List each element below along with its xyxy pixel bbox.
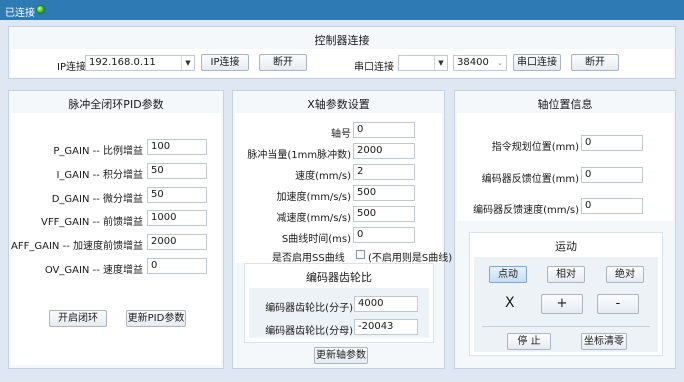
ip-disconnect-button[interactable]: 断开 bbox=[259, 54, 307, 71]
baud-rate-combo[interactable]: 38400 ⌄ bbox=[453, 55, 507, 71]
vff-gain-label: VFF_GAIN -- 前馈增益 bbox=[41, 217, 143, 228]
s-curve-time-label: S曲线时间(ms) bbox=[281, 234, 351, 245]
pid-panel: 脉冲全闭环PID参数 P_GAIN -- 比例增益 100 I_GAIN -- … bbox=[8, 90, 224, 369]
i-gain-input[interactable]: 50 bbox=[147, 163, 207, 179]
command-position-input[interactable]: 0 bbox=[581, 135, 643, 151]
axis-panel: X轴参数设置 轴号 0 脉冲当量(1mm脉冲数) 2000 速度(mm/s) 2… bbox=[232, 90, 452, 369]
ss-curve-checkbox[interactable] bbox=[356, 250, 365, 259]
acceleration-input[interactable]: 500 bbox=[353, 185, 415, 201]
serial-connect-button[interactable]: 串口连接 bbox=[513, 54, 561, 71]
ov-gain-label: OV_GAIN -- 速度增益 bbox=[44, 265, 143, 276]
ip-label: IP连接 bbox=[57, 62, 86, 73]
p-gain-input[interactable]: 100 bbox=[147, 139, 207, 155]
encoder-speed-input[interactable]: 0 bbox=[581, 198, 643, 214]
s-curve-time-input[interactable]: 0 bbox=[353, 227, 415, 243]
gear-denominator-label: 编码器齿轮比(分母) bbox=[265, 326, 353, 337]
ip-connect-button[interactable]: IP连接 bbox=[201, 54, 249, 71]
vff-gain-input[interactable]: 1000 bbox=[147, 210, 207, 226]
aff-gain-input[interactable]: 2000 bbox=[147, 234, 207, 250]
open-closed-loop-button[interactable]: 开启闭环 bbox=[49, 310, 107, 327]
gear-denominator-input[interactable]: -20043 bbox=[354, 319, 418, 335]
position-panel: 轴位置信息 指令规划位置(mm) 0 编码器反馈位置(mm) 0 编码器反馈速度… bbox=[454, 90, 676, 369]
stop-button[interactable]: 停 止 bbox=[507, 333, 551, 350]
relative-mode-button[interactable]: 相对 bbox=[547, 266, 585, 283]
d-gain-input[interactable]: 50 bbox=[147, 187, 207, 203]
ip-address-combo[interactable]: 192.168.0.11 ▼ bbox=[85, 55, 195, 71]
motion-axis-label: X bbox=[505, 295, 515, 311]
pulse-equivalent-input[interactable]: 2000 bbox=[353, 143, 415, 159]
controller-panel: 控制器连接 IP连接 192.168.0.11 ▼ IP连接 断开 串口连接 ▼… bbox=[8, 26, 676, 79]
encoder-position-label: 编码器反馈位置(mm) bbox=[481, 174, 579, 185]
acceleration-label: 加速度(mm/s/s) bbox=[276, 192, 351, 203]
dropdown-arrow-icon[interactable]: ▼ bbox=[181, 56, 194, 70]
speed-input[interactable]: 2 bbox=[353, 164, 415, 180]
update-pid-button[interactable]: 更新PID参数 bbox=[126, 310, 186, 327]
axis-number-input[interactable]: 0 bbox=[353, 122, 415, 138]
minus-button[interactable]: - bbox=[597, 294, 639, 314]
position-title: 轴位置信息 bbox=[537, 98, 593, 111]
connection-status: 已连接 bbox=[5, 8, 35, 19]
jog-mode-button[interactable]: 点动 bbox=[489, 266, 527, 283]
ov-gain-input[interactable]: 0 bbox=[147, 258, 207, 274]
dropdown-arrow-icon[interactable]: ▼ bbox=[434, 56, 447, 70]
gear-numerator-input[interactable]: 4000 bbox=[354, 296, 418, 312]
gear-ratio-title: 编码器齿轮比 bbox=[306, 271, 372, 284]
motion-title: 运动 bbox=[555, 240, 577, 253]
ss-curve-label: 是否启用SS曲线 bbox=[272, 253, 345, 264]
gear-numerator-label: 编码器齿轮比(分子) bbox=[265, 303, 353, 314]
ip-address-value: 192.168.0.11 bbox=[89, 57, 156, 68]
speed-label: 速度(mm/s) bbox=[295, 171, 351, 182]
ss-curve-hint: (不启用则是S曲线) bbox=[368, 253, 453, 264]
serial-label: 串口连接 bbox=[354, 62, 394, 73]
motion-divider bbox=[482, 326, 650, 327]
status-led-icon bbox=[36, 5, 45, 14]
axis-title: X轴参数设置 bbox=[307, 98, 370, 111]
pulse-equivalent-label: 脉冲当量(1mm脉冲数) bbox=[247, 150, 351, 161]
deceleration-input[interactable]: 500 bbox=[353, 206, 415, 222]
update-axis-button[interactable]: 更新轴参数 bbox=[314, 347, 368, 364]
plus-button[interactable]: + bbox=[541, 294, 583, 314]
d-gain-label: D_GAIN -- 微分增益 bbox=[51, 194, 143, 205]
axis-number-label: 轴号 bbox=[331, 129, 351, 140]
i-gain-label: I_GAIN -- 积分增益 bbox=[56, 170, 143, 181]
p-gain-label: P_GAIN -- 比例增益 bbox=[53, 146, 143, 157]
serial-disconnect-button[interactable]: 断开 bbox=[571, 54, 619, 71]
controller-title: 控制器连接 bbox=[314, 34, 370, 47]
encoder-position-input[interactable]: 0 bbox=[581, 167, 643, 183]
pid-title: 脉冲全闭环PID参数 bbox=[68, 98, 164, 111]
serial-port-combo[interactable]: ▼ bbox=[398, 55, 448, 71]
deceleration-label: 减速度(mm/s/s) bbox=[276, 213, 351, 224]
title-bar: 已连接 bbox=[0, 0, 684, 20]
encoder-speed-label: 编码器反馈速度(mm/s) bbox=[473, 205, 579, 216]
motion-panel: 运动 点动 相对 绝对 X + - 停 止 坐标清零 bbox=[469, 232, 663, 356]
gear-ratio-panel: 编码器齿轮比 编码器齿轮比(分子) 4000 编码器齿轮比(分母) -20043 bbox=[244, 263, 434, 343]
baud-rate-value: 38400 bbox=[457, 57, 489, 68]
zero-coordinates-button[interactable]: 坐标清零 bbox=[581, 333, 627, 350]
chevron-down-icon[interactable]: ⌄ bbox=[494, 56, 506, 70]
aff-gain-label: AFF_GAIN -- 加速度前馈增益 bbox=[11, 241, 143, 252]
command-position-label: 指令规划位置(mm) bbox=[491, 142, 579, 153]
absolute-mode-button[interactable]: 绝对 bbox=[606, 266, 644, 283]
